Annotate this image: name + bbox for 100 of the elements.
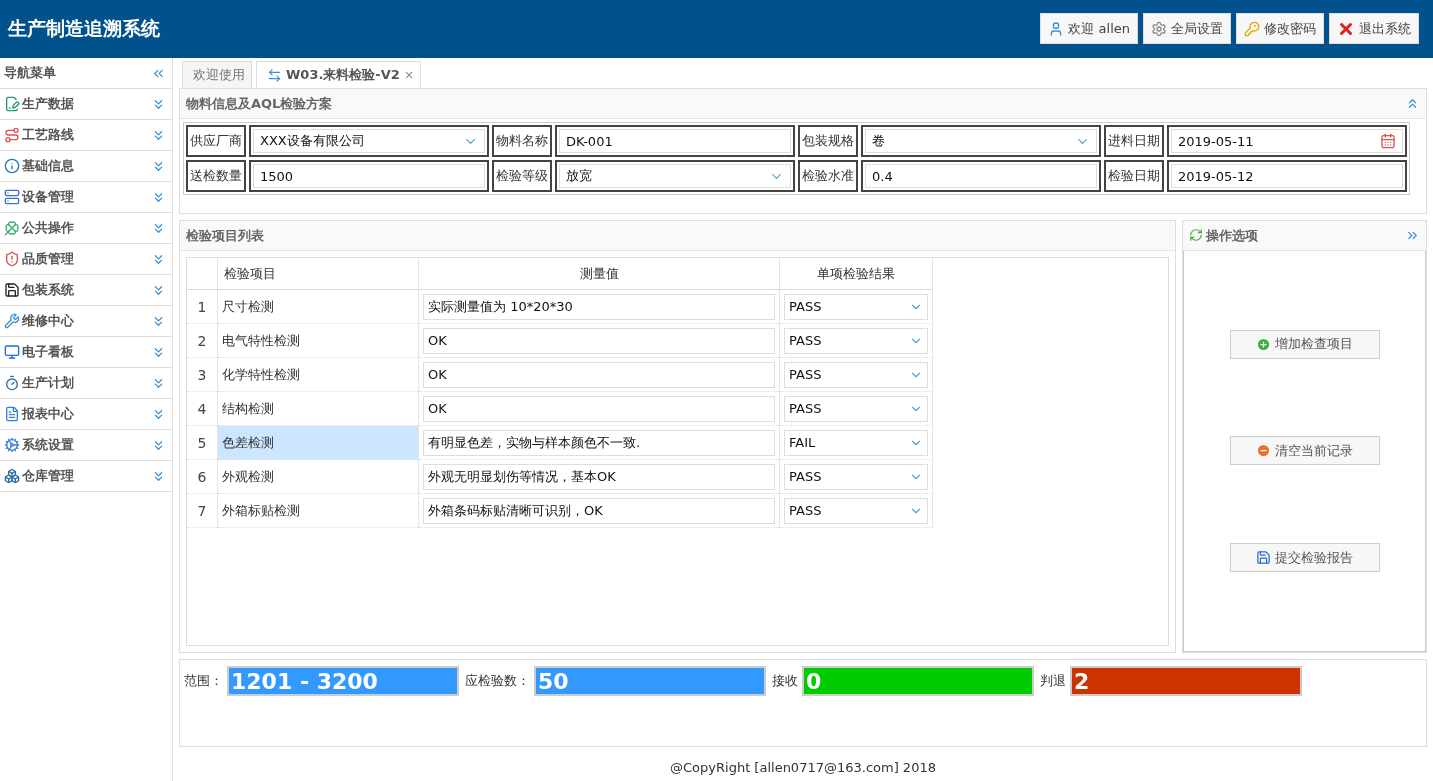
select-field[interactable]: PASS (784, 463, 928, 490)
row-number: 2 (187, 323, 218, 358)
field-label: 送检数量 (186, 160, 246, 192)
swap-icon (267, 67, 282, 83)
panel-title: 操作选项 (1189, 226, 1258, 245)
table-cell: 外箱标贴检测 (217, 493, 419, 528)
gear-icon (4, 437, 20, 453)
sidebar-item[interactable]: 基础信息 (0, 151, 172, 182)
clover-icon (4, 220, 20, 236)
input-field[interactable]: 有明显色差，实物与样本颜色不一致. (423, 429, 775, 456)
boxes-icon (4, 468, 20, 484)
sidebar-item[interactable]: 仓库管理 (0, 461, 172, 492)
close-icon[interactable]: × (403, 68, 414, 82)
select-field[interactable]: PASS (784, 361, 928, 388)
minus-icon (1256, 443, 1271, 459)
input-field[interactable]: DK-001 (559, 129, 791, 153)
tab[interactable]: 欢迎使用 (182, 61, 252, 88)
select-field[interactable]: PASS (784, 497, 928, 524)
select-field[interactable]: PASS (784, 395, 928, 422)
info-icon (4, 158, 20, 174)
sidebar-item[interactable]: 系统设置 (0, 430, 172, 461)
sidebar-item[interactable]: 工艺路线 (0, 120, 172, 151)
input-field[interactable]: 1500 (253, 164, 485, 188)
action-button[interactable]: 提交检验报告 (1229, 543, 1380, 573)
input-field[interactable]: OK (423, 395, 775, 422)
action-button[interactable]: 增加检查项目 (1229, 329, 1380, 359)
tab[interactable]: W03.来料检验-V2 × (256, 61, 421, 88)
field-label: 检验等级 (492, 160, 552, 192)
key-icon (1244, 20, 1260, 37)
header-button[interactable]: 退出系统 (1329, 13, 1419, 44)
header-button[interactable]: 修改密码 (1236, 13, 1324, 44)
summary-value: 1201 - 3200 (227, 666, 459, 696)
sidebar-item[interactable]: 生产数据 (0, 89, 172, 120)
copyright-text: @CopyRight [allen0717@163.com] 2018 (669, 758, 937, 777)
select-field[interactable]: FAIL (784, 429, 928, 456)
column-header: 单项检验结果 (779, 258, 933, 290)
field-label: 检验日期 (1104, 160, 1164, 192)
summary-label: 判退 (1040, 672, 1066, 690)
input-field[interactable]: 外箱条码标贴清晰可识别，OK (423, 497, 775, 524)
field-label: 包装规格 (798, 125, 858, 157)
summary-label: 范围： (184, 672, 223, 690)
sidebar-item[interactable]: 维修中心 (0, 306, 172, 337)
date-field[interactable]: 2019-05-11 (1171, 129, 1403, 153)
summary-value: 0 (802, 666, 1034, 696)
input-field[interactable]: 实际测量值为 10*20*30 (423, 293, 775, 320)
input-field[interactable]: OK (423, 361, 775, 388)
select-field[interactable]: 放宽 (559, 164, 791, 188)
table-cell: 尺寸检测 (217, 289, 419, 324)
summary-label: 应检验数： (465, 672, 530, 690)
app-title: 生产制造追溯系统 (8, 16, 160, 41)
input-field[interactable]: OK (423, 327, 775, 354)
sidebar-item[interactable]: 电子看板 (0, 337, 172, 368)
sidebar-item[interactable]: 生产计划 (0, 368, 172, 399)
input-field[interactable]: 2019-05-12 (1171, 164, 1403, 188)
table-cell: 化学特性检测 (217, 357, 419, 392)
row-number: 1 (187, 289, 218, 324)
table-cell: 色差检测 (217, 425, 419, 460)
timer-icon (4, 375, 20, 391)
input-field[interactable]: 外观无明显划伤等情况，基本OK (423, 463, 775, 490)
row-number: 5 (187, 425, 218, 460)
panel-title: 检验项目列表 (186, 226, 264, 245)
sidebar-item[interactable]: 公共操作 (0, 213, 172, 244)
select-field[interactable]: 卷 (865, 129, 1097, 153)
table-cell: 结构检测 (217, 391, 419, 426)
sidebar-title: 导航菜单 (4, 64, 56, 82)
field-label: 进料日期 (1104, 125, 1164, 157)
field-label: 物料名称 (492, 125, 552, 157)
sidebar-item[interactable]: 报表中心 (0, 399, 172, 430)
plus-icon (1256, 336, 1271, 352)
column-header: 测量值 (418, 258, 780, 290)
sidebar-item[interactable]: 设备管理 (0, 182, 172, 213)
column-header: 检验项目 (217, 258, 419, 290)
select-field[interactable]: PASS (784, 327, 928, 354)
field-label: 供应厂商 (186, 125, 246, 157)
input-field[interactable]: 0.4 (865, 164, 1097, 188)
sidebar-item[interactable]: 包装系统 (0, 275, 172, 306)
route-icon (4, 127, 20, 143)
summary-label: 接收 (772, 672, 798, 690)
settings-icon (1151, 20, 1167, 37)
table-cell: 外观检测 (217, 459, 419, 494)
wrench-icon (4, 313, 20, 329)
select-field[interactable]: XXX设备有限公司 (253, 129, 485, 153)
row-number: 7 (187, 493, 218, 528)
select-field[interactable]: PASS (784, 293, 928, 320)
summary-value: 50 (534, 666, 766, 696)
save-icon (1256, 550, 1271, 566)
field-label: 检验水准 (798, 160, 858, 192)
sidebar-item[interactable]: 品质管理 (0, 244, 172, 275)
monitor-icon (4, 344, 20, 360)
row-number: 4 (187, 391, 218, 426)
report-icon (4, 406, 20, 422)
panel-title: 物料信息及AQL检验方案 (186, 94, 333, 113)
row-number: 3 (187, 357, 218, 392)
header-button[interactable]: 全局设置 (1143, 13, 1231, 44)
action-button[interactable]: 清空当前记录 (1229, 436, 1380, 466)
document-icon (4, 96, 20, 112)
refresh-icon (1189, 227, 1203, 242)
header-button[interactable]: 欢迎 allen (1040, 13, 1138, 44)
summary-value: 2 (1070, 666, 1302, 696)
server-icon (4, 189, 20, 205)
